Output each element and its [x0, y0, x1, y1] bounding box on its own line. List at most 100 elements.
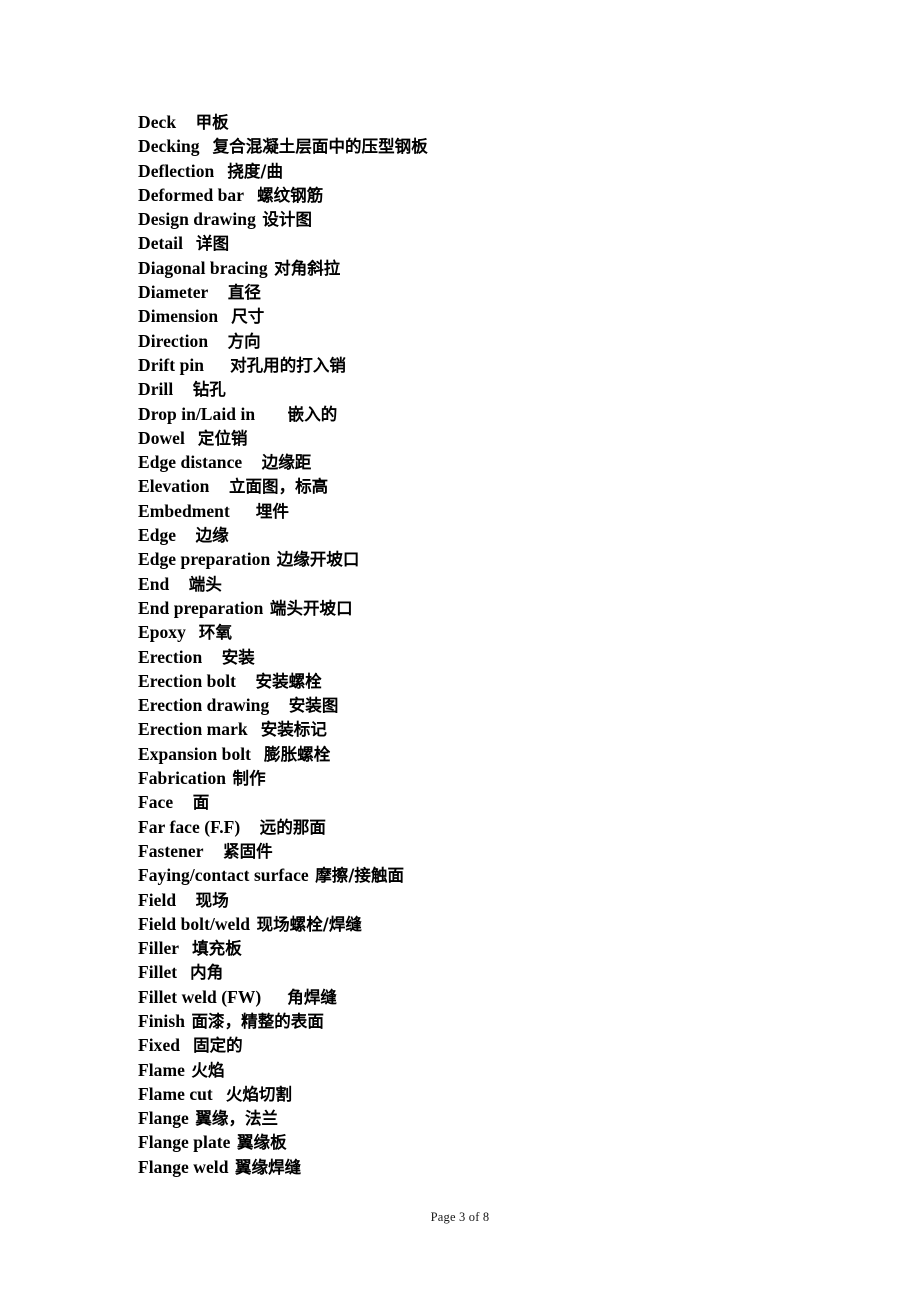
- glossary-term: Dowel: [138, 427, 185, 448]
- page-footer: Page 3 of 8: [0, 1208, 920, 1226]
- glossary-term: Elevation: [138, 476, 210, 497]
- glossary-entry: Fastener 紧固件: [138, 839, 838, 863]
- glossary-term: Flange plate: [138, 1132, 231, 1153]
- glossary-entry: Field bolt/weld 现场螺栓/焊缝: [138, 912, 838, 936]
- glossary-translation: 钻孔: [192, 380, 226, 400]
- glossary-translation: 翼缘，法兰: [195, 1109, 279, 1129]
- glossary-translation: 嵌入的: [287, 404, 338, 424]
- glossary-translation: 现场: [195, 890, 229, 910]
- glossary-term: Erection drawing: [138, 695, 270, 716]
- glossary-list: Deck 甲板 Decking 复合混凝土层面中的压型钢板 Deflection 挠度/曲…: [138, 110, 838, 1179]
- glossary-term: Fixed: [138, 1035, 181, 1056]
- glossary-term: Erection mark: [138, 719, 248, 740]
- glossary-entry: Filler 填充板: [138, 936, 838, 960]
- glossary-entry: Diameter 直径: [138, 280, 838, 304]
- glossary-term: Deck: [138, 112, 177, 132]
- glossary-entry: Faying/contact surface 摩擦/接触面: [138, 863, 838, 887]
- glossary-term: Expansion bolt: [138, 743, 252, 764]
- glossary-term: Epoxy: [138, 622, 186, 643]
- glossary-translation: 安装图: [288, 696, 339, 716]
- glossary-translation: 安装螺栓: [255, 671, 322, 691]
- glossary-term: End preparation: [138, 597, 264, 618]
- glossary-term: Finish: [138, 1010, 185, 1031]
- glossary-term: Far face (F.F): [138, 816, 241, 837]
- glossary-entry: Flange plate 翼缘板: [138, 1130, 838, 1154]
- glossary-entry: Epoxy 环氧: [138, 620, 838, 644]
- glossary-entry: Dimension 尺寸: [138, 304, 838, 328]
- glossary-entry: Fillet weld (FW) 角焊缝: [138, 985, 838, 1009]
- glossary-entry: End preparation 端头开坡口: [138, 596, 838, 620]
- glossary-entry: Expansion bolt 膨胀螺栓: [138, 742, 838, 766]
- glossary-translation: 端头开坡口: [269, 598, 353, 618]
- glossary-translation: 火焰: [191, 1060, 225, 1080]
- glossary-translation: 膨胀螺栓: [264, 744, 331, 764]
- glossary-translation: 翼缘板: [236, 1133, 287, 1153]
- glossary-translation: 角焊缝: [287, 987, 337, 1007]
- glossary-term: Flame: [138, 1059, 185, 1080]
- glossary-term: Fastener: [138, 840, 204, 861]
- glossary-term: Erection: [138, 646, 203, 667]
- glossary-term: Faying/contact surface: [138, 865, 309, 886]
- glossary-translation: 火焰切割: [225, 1084, 293, 1104]
- glossary-term: Deflection: [138, 160, 215, 181]
- glossary-translation: 直径: [227, 283, 261, 303]
- glossary-translation: 安装标记: [260, 720, 327, 740]
- glossary-term: Edge preparation: [138, 549, 271, 570]
- glossary-entry: End 端头: [138, 572, 838, 596]
- glossary-term: Flange weld: [138, 1156, 229, 1177]
- glossary-translation: 紧固件: [223, 841, 273, 861]
- glossary-translation: 端头: [188, 574, 222, 594]
- glossary-entry: Drill 钻孔: [138, 377, 838, 401]
- glossary-entry: Far face (F.F) 远的那面: [138, 815, 838, 839]
- glossary-term: Drift pin: [138, 354, 205, 375]
- glossary-translation: 埋件: [255, 501, 289, 521]
- glossary-translation: 边缘开坡口: [276, 550, 360, 570]
- glossary-term: Face: [138, 792, 174, 813]
- glossary-entry: Deformed bar 螺纹钢筋: [138, 183, 838, 207]
- glossary-entry: Drop in/Laid in 嵌入的: [138, 402, 838, 426]
- glossary-entry: Deflection 挠度/曲: [138, 159, 838, 183]
- glossary-entry: Detail 详图: [138, 231, 838, 255]
- glossary-term: Embedment: [138, 500, 230, 521]
- glossary-entry: Flame cut 火焰切割: [138, 1082, 838, 1106]
- glossary-entry: Direction 方向: [138, 329, 838, 353]
- glossary-translation: 现场螺栓/焊缝: [256, 914, 362, 934]
- glossary-term: Direction: [138, 330, 209, 351]
- glossary-term: Fillet: [138, 962, 178, 983]
- glossary-translation: 设计图: [262, 210, 313, 230]
- glossary-entry: Diagonal bracing 对角斜拉: [138, 256, 838, 280]
- page-number-label: Page 3 of 8: [430, 1210, 490, 1224]
- glossary-entry: Flange 翼缘，法兰: [138, 1106, 838, 1130]
- glossary-entry: Fabrication 制作: [138, 766, 838, 790]
- glossary-entry: Erection mark 安装标记: [138, 717, 838, 741]
- glossary-translation: 安装: [221, 647, 255, 667]
- glossary-term: Design drawing: [138, 209, 256, 230]
- glossary-translation: 内角: [190, 963, 224, 983]
- glossary-term: Erection bolt: [138, 670, 237, 691]
- glossary-term: Diameter: [138, 282, 209, 303]
- glossary-term: Flame cut: [138, 1083, 213, 1104]
- glossary-entry: Embedment 埋件: [138, 499, 838, 523]
- glossary-translation: 对角斜拉: [274, 258, 341, 278]
- document-page: Deck 甲板 Decking 复合混凝土层面中的压型钢板 Deflection 挠度/曲…: [0, 0, 920, 1302]
- glossary-entry: Finish 面漆，精整的表面: [138, 1009, 838, 1033]
- glossary-entry: Erection 安装: [138, 645, 838, 669]
- glossary-entry: Face 面: [138, 790, 838, 814]
- glossary-term: Fillet weld (FW): [138, 986, 262, 1007]
- glossary-translation: 详图: [196, 234, 230, 254]
- glossary-term: Edge: [138, 525, 177, 546]
- glossary-entry: Edge 边缘: [138, 523, 838, 547]
- glossary-translation: 甲板: [195, 113, 229, 132]
- glossary-translation: 制作: [232, 769, 266, 789]
- glossary-entry: Flame 火焰: [138, 1058, 838, 1082]
- glossary-term: Diagonal bracing: [138, 257, 268, 278]
- glossary-entry: Fillet 内角: [138, 960, 838, 984]
- glossary-entry: Drift pin 对孔用的打入销: [138, 353, 838, 377]
- glossary-entry: Erection bolt 安装螺栓: [138, 669, 838, 693]
- glossary-translation: 面漆，精整的表面: [191, 1011, 324, 1031]
- glossary-entry: Edge distance 边缘距: [138, 450, 838, 474]
- glossary-entry: Decking 复合混凝土层面中的压型钢板: [138, 134, 838, 158]
- glossary-term: Drop in/Laid in: [138, 403, 256, 424]
- glossary-term: Fabrication: [138, 768, 227, 789]
- glossary-translation: 边缘: [195, 526, 229, 546]
